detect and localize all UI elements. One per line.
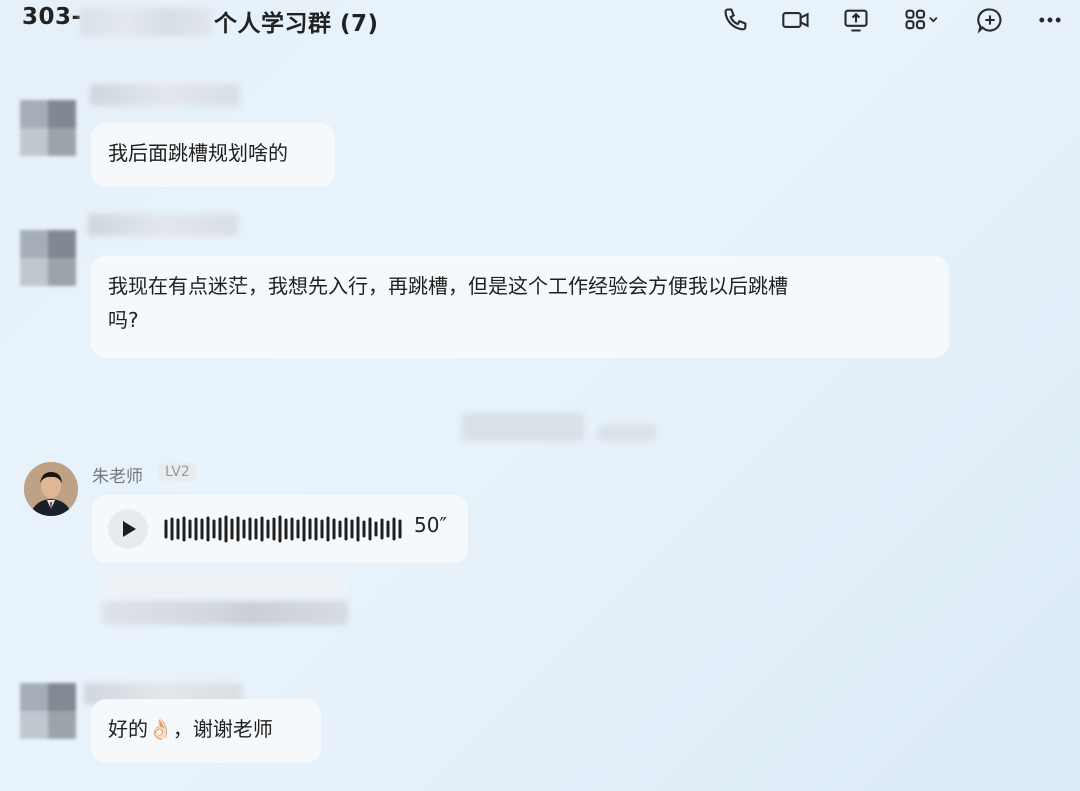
voice-duration: 50″ — [414, 513, 447, 537]
video-icon[interactable] — [781, 6, 811, 34]
chat-title-prefix: 303- — [22, 4, 82, 30]
apps-grid-icon[interactable] — [901, 6, 947, 34]
more-icon[interactable] — [1035, 6, 1065, 34]
message-text: 我后面跳槽规划啥的 — [108, 141, 288, 165]
play-icon[interactable] — [108, 509, 148, 549]
sender-name: 朱老师 — [92, 467, 143, 487]
sender-avatar[interactable] — [20, 230, 76, 286]
redacted-sender-name — [88, 214, 238, 236]
voice-message-bubble[interactable]: 50″ — [92, 495, 468, 563]
message-text: ，谢谢老师 — [172, 717, 273, 741]
redacted-transcript-line — [102, 601, 348, 625]
phone-icon[interactable] — [721, 6, 751, 34]
ok-hand-emoji: 👌🏻 — [148, 717, 173, 741]
message-bubble[interactable]: 我现在有点迷茫，我想先入行，再跳槽，但是这个工作经验会方便我以后跳槽 吗? — [92, 257, 948, 357]
message-bubble[interactable]: 好的👌🏻，谢谢老师 — [92, 700, 320, 762]
message-text: 好的 — [108, 717, 148, 741]
add-icon[interactable] — [975, 6, 1005, 34]
chat-title: 个人学习群 (7) — [214, 11, 379, 37]
sender-avatar[interactable] — [20, 683, 76, 739]
message-text-line: 我现在有点迷茫，我想先入行，再跳槽，但是这个工作经验会方便我以后跳槽 — [108, 274, 788, 298]
redacted-timestamp — [462, 413, 584, 441]
redacted-timestamp — [598, 425, 656, 441]
waveform-icon — [164, 515, 402, 543]
redacted-transcript-line — [102, 575, 347, 599]
sender-avatar[interactable] — [20, 100, 76, 156]
redacted-sender-name — [90, 84, 240, 106]
level-badge: LV2 — [159, 463, 196, 481]
screen-share-icon[interactable] — [841, 6, 871, 34]
message-text-line: 吗? — [108, 308, 139, 332]
redacted-title-segment — [80, 8, 212, 36]
chat-header: 303- 个人学习群 (7) — [0, 0, 1080, 44]
message-bubble[interactable]: 我后面跳槽规划啥的 — [92, 124, 334, 186]
teacher-avatar[interactable] — [24, 462, 78, 516]
